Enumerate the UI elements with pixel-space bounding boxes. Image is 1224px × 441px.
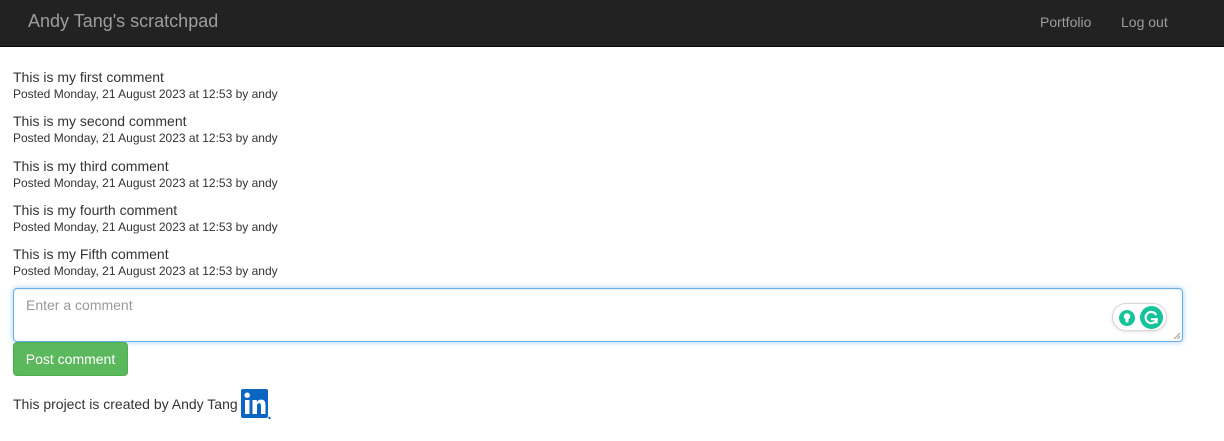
comment-item: This is my third comment Posted Monday, … xyxy=(13,158,278,202)
footer-credit-text: This project is created by Andy Tang xyxy=(13,396,238,412)
grammarly-icon[interactable] xyxy=(1140,306,1163,329)
linkedin-icon[interactable] xyxy=(241,389,271,420)
comment-item: This is my Fifth comment Posted Monday, … xyxy=(13,246,278,290)
nav-link-portfolio[interactable]: Portfolio xyxy=(1040,13,1091,31)
comment-text: This is my Fifth comment xyxy=(13,246,169,262)
grammarly-suggestion-icon[interactable] xyxy=(1119,310,1135,326)
comment-meta: Posted Monday, 21 August 2023 at 12:53 b… xyxy=(13,175,278,190)
comment-input[interactable] xyxy=(14,289,1182,341)
comment-meta: Posted Monday, 21 August 2023 at 12:53 b… xyxy=(13,131,278,146)
top-navbar: Andy Tang's scratchpad Portfolio Log out xyxy=(0,0,1224,47)
comment-item: This is my first comment Posted Monday, … xyxy=(13,69,278,113)
resize-grip-icon[interactable] xyxy=(1173,332,1181,340)
comment-text: This is my first comment xyxy=(13,69,164,85)
comment-meta: Posted Monday, 21 August 2023 at 12:53 b… xyxy=(13,87,278,101)
comment-item: This is my fourth comment Posted Monday,… xyxy=(13,202,278,246)
comment-text: This is my second comment xyxy=(13,113,187,130)
comment-item: This is my second comment Posted Monday,… xyxy=(13,113,278,157)
comment-text: This is my fourth comment xyxy=(13,201,178,218)
nav-link-logout[interactable]: Log out xyxy=(1121,13,1168,31)
grammarly-widget[interactable] xyxy=(1112,303,1167,331)
comment-meta: Posted Monday, 21 August 2023 at 12:53 b… xyxy=(13,264,278,278)
comment-input-wrapper xyxy=(13,288,1183,342)
comment-meta: Posted Monday, 21 August 2023 at 12:53 b… xyxy=(13,219,278,234)
comment-list: This is my first comment Posted Monday, … xyxy=(13,69,278,290)
post-comment-button[interactable]: Post comment xyxy=(13,342,128,376)
brand-link[interactable]: Andy Tang's scratchpad xyxy=(28,11,218,31)
comment-text: This is my third comment xyxy=(13,157,169,174)
